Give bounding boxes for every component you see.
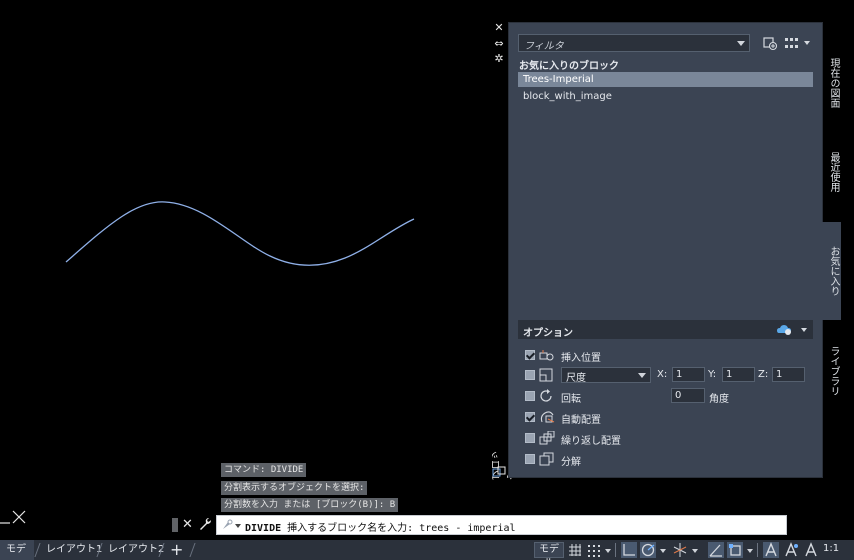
rotation-option: 回転 0 角度 <box>525 388 815 405</box>
annotation-scale-icon[interactable] <box>803 542 819 558</box>
options-header[interactable]: オプション <box>518 320 813 339</box>
status-bar: モデル レイアウト1 レイアウト2 + モデル <box>0 540 854 560</box>
filter-combobox[interactable]: フィルタ <box>518 34 750 52</box>
close-icon[interactable]: ✕ <box>182 517 193 532</box>
list-item[interactable]: block_with_image <box>518 89 813 104</box>
ucs-icon <box>0 510 26 524</box>
auto-place-label: 自動配置 <box>561 415 601 426</box>
auto-place-checkbox[interactable] <box>525 412 535 422</box>
properties-icon[interactable]: ✲ <box>493 53 505 65</box>
y-label: Y: <box>708 369 717 380</box>
x-label: X: <box>657 369 668 380</box>
tab-recent[interactable]: 最近使用 <box>823 146 841 198</box>
blocks-palette: フィルタ お気に入りのブロック Trees-Imperial block_wit… <box>508 22 823 478</box>
rotation-angle-field[interactable]: 0 <box>671 388 705 403</box>
auto-place-icon <box>540 411 555 423</box>
command-prompt-text: DIVIDE 挿入するブロック名を入力: trees - imperial <box>245 519 516 534</box>
insertion-point-icon <box>539 350 554 361</box>
block-palette-icon <box>492 466 506 477</box>
close-icon[interactable]: ✕ <box>493 22 505 34</box>
customize-wrench-icon[interactable] <box>198 517 212 531</box>
ortho-icon[interactable] <box>621 542 637 558</box>
history-line: 分割表示するオブジェクトを選択: <box>221 481 368 495</box>
divider <box>615 543 616 557</box>
grip-handle-icon[interactable] <box>172 518 178 532</box>
chevron-down-icon[interactable] <box>660 549 666 553</box>
scale-x-field[interactable]: 1 <box>672 367 705 382</box>
history-line: コマンド: DIVIDE <box>221 463 307 477</box>
scale-z-field[interactable]: 1 <box>772 367 805 382</box>
chevron-down-icon[interactable] <box>747 549 753 553</box>
repeat-place-checkbox[interactable] <box>525 433 535 443</box>
command-line-tools: ✕ <box>170 515 216 535</box>
view-mode-icon[interactable] <box>783 34 813 52</box>
auto-hide-icon[interactable]: ⇔ <box>493 38 505 50</box>
repeat-place-icon <box>539 431 555 445</box>
tab-libraries[interactable]: ライブラリ <box>823 340 841 402</box>
import-block-icon[interactable] <box>761 34 779 52</box>
object-snap-icon[interactable] <box>727 542 743 558</box>
command-name: DIVIDE <box>245 523 282 534</box>
angle-label: 角度 <box>709 394 729 405</box>
model-space-button[interactable]: モデル <box>534 542 564 560</box>
tab-model[interactable]: モデル <box>0 540 34 560</box>
tab-separator <box>189 543 196 557</box>
recent-commands-icon[interactable] <box>221 519 233 531</box>
filter-placeholder: フィルタ <box>524 41 564 52</box>
snap-icon[interactable] <box>586 542 602 558</box>
insertion-point-label: 挿入位置 <box>561 353 601 364</box>
palette-title-bar[interactable]: ✕ ⇔ ✲ ブロック <box>490 20 518 481</box>
autoscale-icon[interactable] <box>783 542 799 558</box>
chevron-down-icon[interactable] <box>692 549 698 553</box>
annotation-visibility-icon[interactable] <box>763 542 779 558</box>
chevron-down-icon[interactable] <box>737 41 745 46</box>
explode-checkbox[interactable] <box>525 454 535 464</box>
rotation-label: 回転 <box>561 394 581 405</box>
osnap-tracking-icon[interactable] <box>708 542 724 558</box>
rotate-icon <box>540 389 552 402</box>
tab-favorites[interactable]: お気に入り <box>822 222 841 320</box>
favorites-list[interactable]: Trees-Imperial block_with_image <box>518 71 813 319</box>
insertion-point-checkbox[interactable] <box>525 350 535 360</box>
scale-checkbox[interactable] <box>525 370 535 380</box>
favorites-heading: お気に入りのブロック <box>519 61 619 72</box>
chevron-down-icon[interactable] <box>235 524 241 528</box>
chevron-down-icon[interactable] <box>638 373 646 378</box>
rotation-checkbox[interactable] <box>525 391 535 401</box>
add-layout-button[interactable]: + <box>170 541 183 559</box>
history-line: 分割数を入力 または [ブロック(B)]: B <box>221 498 399 512</box>
chevron-down-icon[interactable] <box>605 549 611 553</box>
scale-mode-value: 尺度 <box>566 373 586 384</box>
isodraft-icon[interactable] <box>672 542 688 558</box>
options-title: オプション <box>523 328 573 339</box>
scale-icon <box>539 368 553 382</box>
polar-icon[interactable] <box>640 542 656 558</box>
drawing-canvas[interactable] <box>0 0 508 540</box>
z-label: Z: <box>758 369 769 380</box>
repeat-place-label: 繰り返し配置 <box>561 436 621 447</box>
list-item[interactable]: Trees-Imperial <box>518 72 813 87</box>
explode-icon <box>539 452 554 466</box>
divider <box>757 543 758 557</box>
cloud-sync-icon[interactable] <box>774 322 810 337</box>
scale-mode-select[interactable]: 尺度 <box>561 367 651 384</box>
command-prompt: 挿入するブロック名を入力: trees - imperial <box>287 523 516 534</box>
annotation-scale-value[interactable]: 1:1 <box>823 543 839 554</box>
palette-tabs: 現在の図面 最近使用 お気に入り ライブラリ <box>822 22 854 478</box>
tab-current-drawing[interactable]: 現在の図面 <box>823 52 841 114</box>
spline-curve[interactable] <box>0 0 508 540</box>
grid-icon[interactable] <box>567 542 583 558</box>
scale-option: 尺度 X: 1 Y: 1 Z: 1 <box>525 367 815 384</box>
command-input[interactable]: DIVIDE 挿入するブロック名を入力: trees - imperial <box>216 515 787 535</box>
scale-y-field[interactable]: 1 <box>722 367 755 382</box>
explode-label: 分解 <box>561 457 581 468</box>
